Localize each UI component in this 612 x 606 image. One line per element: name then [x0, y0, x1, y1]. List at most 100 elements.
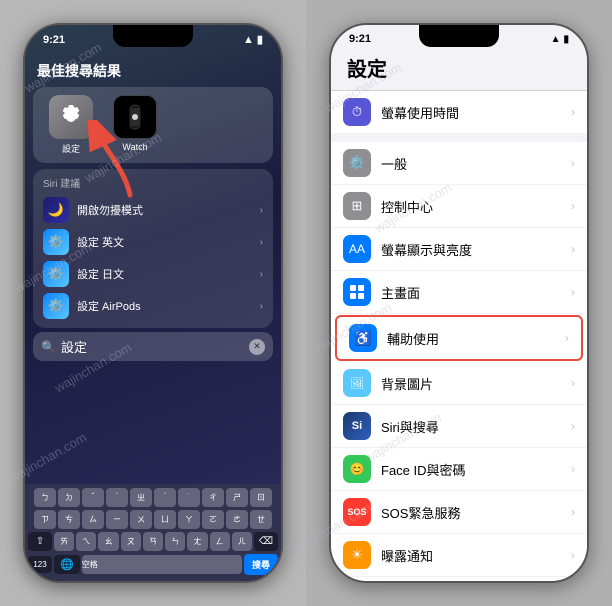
top-results-icons: 設定 W	[41, 95, 265, 155]
kb-row-3: ⇧ ㄞ ㄟ ㄠ ㄡ ㄢ ㄣ ㄤ ㄥ ㄦ ⌫	[28, 532, 278, 551]
display-icon: AA	[343, 235, 371, 263]
kb-key-en[interactable]: ㄣ	[165, 532, 185, 551]
exposure-chevron: ›	[571, 548, 575, 562]
general-icon: ⚙️	[343, 149, 371, 177]
kb-123[interactable]: 123	[28, 556, 52, 573]
display-chevron: ›	[571, 242, 575, 256]
kb-key-ao[interactable]: ㄠ	[98, 532, 118, 551]
faceid-icon: 😊	[343, 455, 371, 483]
kb-key-r[interactable]: ㄖ	[250, 488, 272, 507]
settings-list: ⏱ 螢幕使用時間 › ⚙️ 一般 ›	[331, 91, 587, 581]
kb-key-an[interactable]: ㄢ	[143, 532, 163, 551]
settings-blue3-icon: ⚙️	[43, 293, 69, 319]
kb-globe-button[interactable]: 🌐	[54, 555, 80, 574]
kb-key-z[interactable]: ㄗ	[34, 510, 56, 529]
settings-item-control-center[interactable]: ⊞ 控制中心 ›	[331, 185, 587, 228]
control-center-label: 控制中心	[381, 197, 571, 216]
siri-label: Siri 建議	[43, 175, 263, 190]
kb-key-a[interactable]: ㄚ	[178, 510, 200, 529]
wifi-icon: ▲	[243, 34, 254, 46]
kb-key-o[interactable]: ㄛ	[202, 510, 224, 529]
kb-shift[interactable]: ⇧	[28, 532, 52, 551]
keyboard: ㄅ ㄉ ˇ ˋ ㄓ ˊ ˙ ㄔ ㄕ ㄖ ㄗ ㄘ ㄙ	[25, 484, 281, 581]
search-input-text: 設定	[61, 337, 249, 356]
siri-icon: Si	[343, 412, 371, 440]
search-clear-button[interactable]: ✕	[249, 339, 265, 355]
siri-item-3-arrow: ›	[260, 301, 263, 312]
siri-section: Siri 建議 🌙 開啟勿擾模式 › ⚙️ 設定 英文 › ⚙️	[33, 169, 273, 328]
screen-time-chevron: ›	[571, 105, 575, 119]
wallpaper-chevron: ›	[571, 376, 575, 390]
siri-item-0-arrow: ›	[260, 205, 263, 216]
kb-key-ai[interactable]: ㄞ	[54, 532, 74, 551]
kb-key-e[interactable]: ㄜ	[226, 510, 248, 529]
settings-item-general[interactable]: ⚙️ 一般 ›	[331, 142, 587, 185]
search-bar[interactable]: 🔍 設定 ✕	[33, 332, 273, 361]
watch-app-label: Watch	[122, 142, 147, 152]
right-wifi-icon: ▲	[551, 34, 561, 45]
kb-search[interactable]: 搜尋	[244, 554, 278, 575]
siri-item-0[interactable]: 🌙 開啟勿擾模式 ›	[43, 194, 263, 226]
screen-time-label: 螢幕使用時間	[381, 103, 571, 122]
settings-item-exposure[interactable]: ☀ 曝露通知 ›	[331, 534, 587, 577]
kb-key-2[interactable]: ˊ	[154, 488, 176, 507]
kb-key-yu[interactable]: ㄩ	[154, 510, 176, 529]
siri-item-2-text: 設定 日文	[77, 266, 124, 282]
settings-item-display[interactable]: AA 螢幕顯示與亮度 ›	[331, 228, 587, 271]
settings-blue2-icon: ⚙️	[43, 261, 69, 287]
kb-key-ou[interactable]: ㄡ	[121, 532, 141, 551]
left-phone: 9:21 ▲ ▮ 最佳搜尋結果	[0, 0, 306, 606]
kb-key-eh[interactable]: ㄝ	[250, 510, 272, 529]
siri-item-1[interactable]: ⚙️ 設定 英文 ›	[43, 226, 263, 258]
kb-key-u[interactable]: ㄨ	[130, 510, 152, 529]
screen-time-icon: ⏱	[343, 98, 371, 126]
kb-key-v[interactable]: ˇ	[82, 488, 104, 507]
siri-item-1-text: 設定 英文	[77, 234, 124, 250]
wallpaper-icon: 🖼	[343, 369, 371, 397]
left-phone-screen: 9:21 ▲ ▮ 最佳搜尋結果	[25, 25, 281, 581]
kb-space[interactable]: 空格	[82, 555, 242, 574]
kb-key-c[interactable]: ㄘ	[58, 510, 80, 529]
settings-item-accessibility[interactable]: ♿ 輔助使用 ›	[335, 315, 583, 361]
kb-key-4[interactable]: ˋ	[106, 488, 128, 507]
accessibility-label: 輔助使用	[387, 329, 565, 348]
right-battery-icon: ▮	[563, 34, 569, 45]
kb-key-ch[interactable]: ㄔ	[202, 488, 224, 507]
kb-delete[interactable]: ⌫	[254, 532, 278, 551]
siri-item-3[interactable]: ⚙️ 設定 AirPods ›	[43, 290, 263, 322]
kb-key-sh[interactable]: ㄕ	[226, 488, 248, 507]
settings-item-siri[interactable]: Si Siri與搜尋 ›	[331, 405, 587, 448]
settings-item-battery[interactable]: 🔋 電池 ›	[331, 577, 587, 581]
settings-item-faceid[interactable]: 😊 Face ID與密碼 ›	[331, 448, 587, 491]
search-overlay: 最佳搜尋結果	[25, 57, 281, 365]
kb-key-i[interactable]: ㄧ	[106, 510, 128, 529]
wallpaper-label: 背景圖片	[381, 374, 571, 393]
exposure-label: 曝露通知	[381, 546, 571, 565]
kb-key-s[interactable]: ㄙ	[82, 510, 104, 529]
homescreen-label: 主畫面	[381, 283, 571, 302]
settings-item-screen-time[interactable]: ⏱ 螢幕使用時間 ›	[331, 91, 587, 134]
watch-app-item[interactable]: Watch	[113, 95, 157, 155]
watch-app-icon	[113, 95, 157, 139]
kb-key-ei[interactable]: ㄟ	[76, 532, 96, 551]
kb-key-zh[interactable]: ㄓ	[130, 488, 152, 507]
control-center-icon: ⊞	[343, 192, 371, 220]
top-results: 設定 W	[33, 87, 273, 163]
settings-item-wallpaper[interactable]: 🖼 背景圖片 ›	[331, 362, 587, 405]
settings-item-sos[interactable]: SOS SOS緊急服務 ›	[331, 491, 587, 534]
control-center-chevron: ›	[571, 199, 575, 213]
main-container: wajinchan.com wajinchan.com wajinchan.co…	[0, 0, 612, 606]
kb-key-er[interactable]: ㄦ	[232, 532, 252, 551]
left-phone-body: 9:21 ▲ ▮ 最佳搜尋結果	[23, 23, 283, 583]
kb-key-b[interactable]: ㄅ	[34, 488, 56, 507]
kb-key-d[interactable]: ㄉ	[58, 488, 80, 507]
kb-key-dot[interactable]: ˙	[178, 488, 200, 507]
accessibility-chevron: ›	[565, 331, 569, 345]
siri-item-2[interactable]: ⚙️ 設定 日文 ›	[43, 258, 263, 290]
homescreen-icon	[343, 278, 371, 306]
settings-app-item[interactable]: 設定	[49, 95, 93, 155]
search-icon: 🔍	[41, 340, 56, 354]
settings-item-homescreen[interactable]: 主畫面 ›	[331, 271, 587, 314]
kb-key-ang[interactable]: ㄤ	[187, 532, 207, 551]
kb-key-eng[interactable]: ㄥ	[210, 532, 230, 551]
